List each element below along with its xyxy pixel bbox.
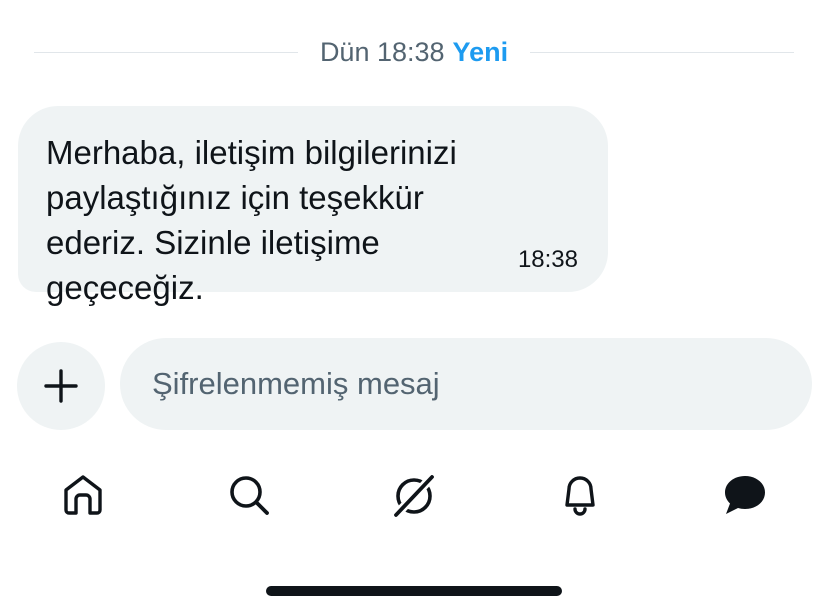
add-attachment-button[interactable] xyxy=(17,342,105,430)
nav-notifications-button[interactable] xyxy=(547,462,613,528)
dm-conversation-screen: Dün 18:38 Yeni Merhaba, iletişim bilgiler… xyxy=(0,0,828,612)
nav-search-button[interactable] xyxy=(216,462,282,528)
grok-icon xyxy=(391,472,437,520)
home-indicator[interactable] xyxy=(266,586,562,596)
nav-messages-button[interactable] xyxy=(712,462,778,528)
home-icon xyxy=(64,475,102,515)
divider-left xyxy=(34,51,298,53)
date-separator: Dün 18:38 Yeni xyxy=(34,30,795,74)
new-badge: Yeni xyxy=(452,36,509,67)
message-bubble[interactable]: Merhaba, iletişim bilgilerinizi paylaştı… xyxy=(18,106,608,306)
plus-icon xyxy=(44,369,78,403)
date-label: Dün 18:38 xyxy=(319,36,445,67)
nav-home-button[interactable] xyxy=(50,462,116,528)
bell-icon xyxy=(565,476,595,516)
nav-grok-button[interactable] xyxy=(381,462,447,528)
divider-right xyxy=(530,51,795,53)
message-input[interactable] xyxy=(120,338,812,430)
messages-icon xyxy=(725,476,765,514)
message-text: Merhaba, iletişim bilgilerinizi paylaştı… xyxy=(46,134,457,306)
date-label-container: Dün 18:38 Yeni xyxy=(298,37,530,68)
message-timestamp: 18:38 xyxy=(517,246,578,273)
bottom-navigation xyxy=(0,462,828,528)
search-icon xyxy=(230,476,269,515)
